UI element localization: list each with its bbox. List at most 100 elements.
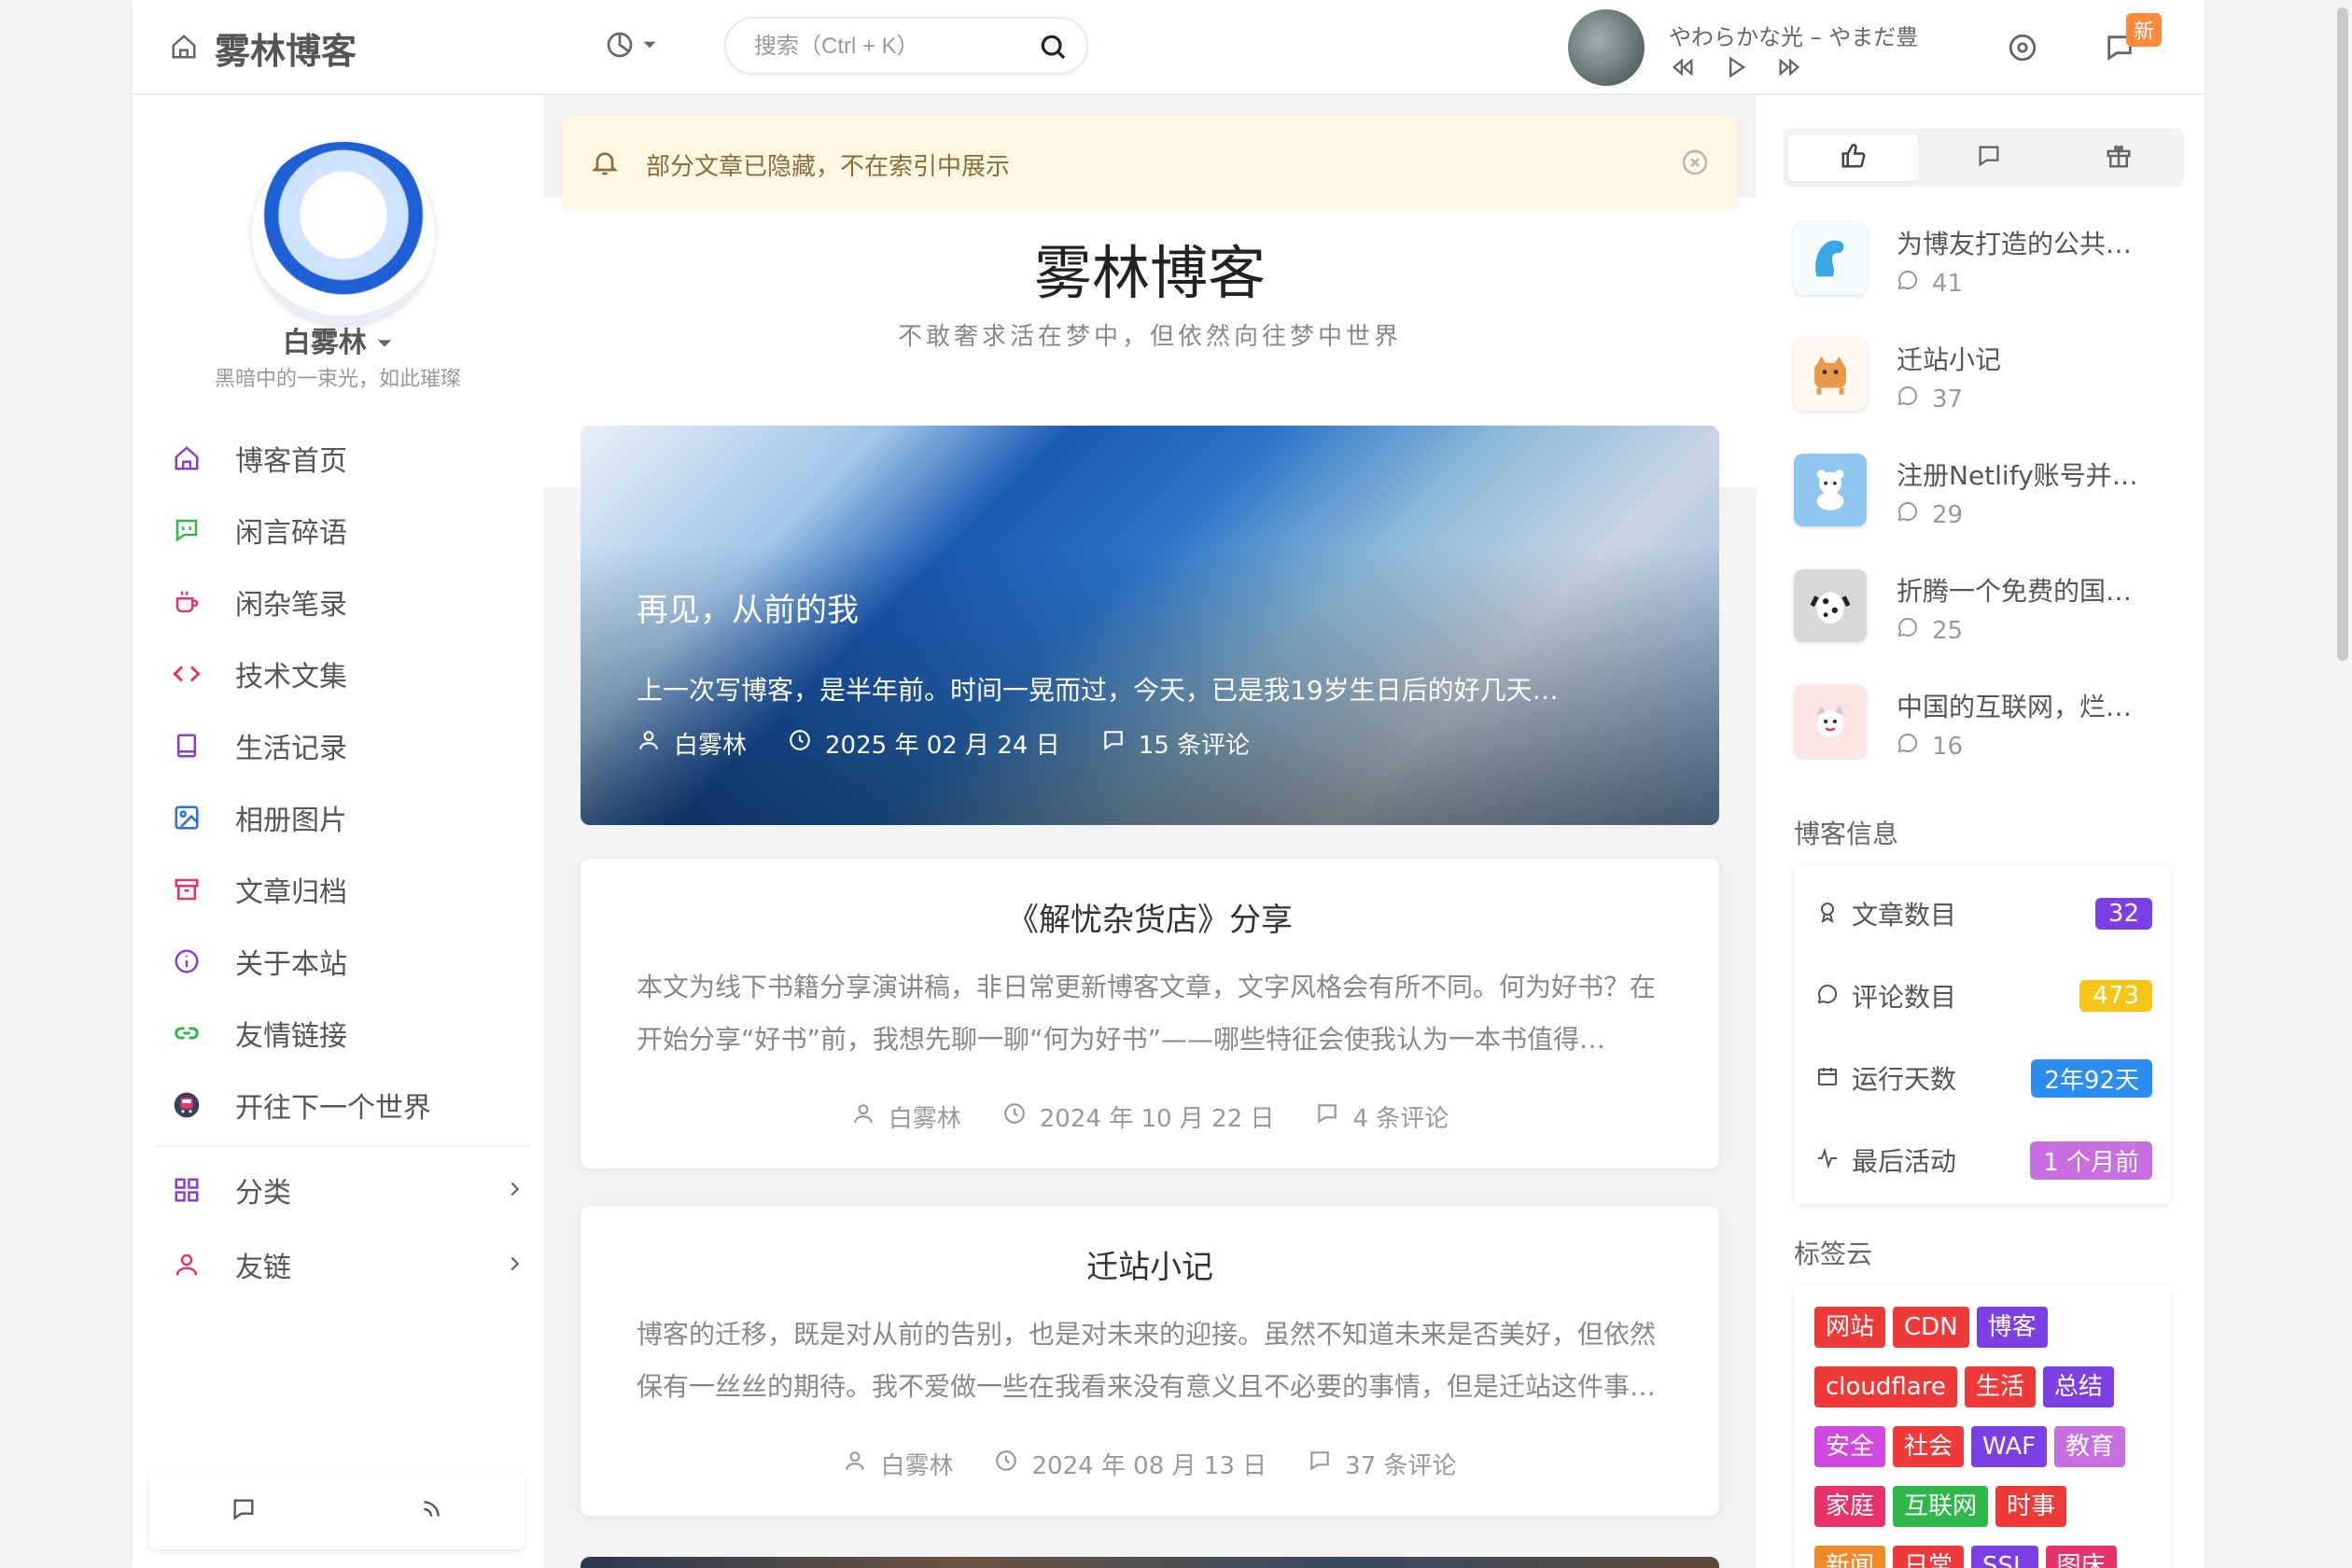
nav-divider — [157, 1145, 530, 1147]
post-comments[interactable]: 4 条评论 — [1352, 1099, 1449, 1134]
comment-icon — [1816, 981, 1839, 1012]
popular-post-title[interactable]: 为博友打造的公共… — [1897, 224, 2186, 261]
post-thumbnail — [1794, 454, 1867, 526]
popular-post-title[interactable]: 注册Netlify账号并… — [1897, 455, 2186, 493]
user-motto: 黑暗中的一束光，如此璀璨 — [214, 368, 461, 391]
notice-banner: 部分文章已隐藏，不在索引中展示 — [562, 116, 1738, 209]
tag[interactable]: 生活 — [1964, 1366, 2036, 1407]
album-cover[interactable] — [1568, 9, 1645, 86]
archive-icon — [170, 873, 203, 906]
tag[interactable]: cloudflare — [1814, 1366, 1957, 1407]
post-thumbnail — [1794, 338, 1867, 411]
nav-item-tech[interactable]: 技术文集 — [170, 637, 525, 709]
tab-popular[interactable] — [1788, 134, 1919, 181]
scrollbar-thumb[interactable] — [2337, 7, 2348, 661]
tag[interactable]: 总结 — [2042, 1366, 2114, 1407]
left-bottom-bar — [149, 1473, 525, 1549]
image-icon — [170, 801, 203, 834]
hero-excerpt: 上一次写博客，是半年前。时间一晃而过，今天，已是我19岁生日后的好几天… — [637, 675, 1559, 706]
clock-icon — [1002, 1101, 1027, 1132]
tag[interactable]: 家庭 — [1814, 1486, 1886, 1527]
tag-cloud: 网站 CDN 博客 cloudflare 生活 总结 安全 社会 WAF 教育 … — [1794, 1286, 2171, 1568]
site-subtitle: 不敢奢求活在梦中，但依然向往梦中世界 — [897, 323, 1402, 351]
comment-icon[interactable] — [231, 1496, 257, 1526]
tag[interactable]: CDN — [1893, 1307, 1969, 1348]
nav-group-friends[interactable]: 友链 — [170, 1227, 525, 1302]
count-text: 25 — [1932, 616, 1964, 645]
popular-post-title[interactable]: 中国的互联网，烂… — [1897, 687, 2186, 724]
nav-item-notes[interactable]: 闲杂笔录 — [170, 566, 525, 637]
tag[interactable]: 安全 — [1814, 1426, 1886, 1467]
tag[interactable]: 教育 — [2054, 1426, 2126, 1467]
search-input[interactable] — [754, 30, 1015, 63]
main-content: 部分文章已隐藏，不在索引中展示 雾林博客 不敢奢求活在梦中，但依然向往梦中世界 … — [543, 95, 1757, 1568]
list-item[interactable]: 中国的互联网，烂… 16 — [1794, 676, 2186, 791]
nav-item-home[interactable]: 博客首页 — [170, 422, 525, 494]
tag[interactable]: 新闻 — [1814, 1546, 1886, 1568]
search-icon[interactable] — [1038, 32, 1068, 65]
gift-icon — [2105, 142, 2133, 174]
brand[interactable]: 雾林博客 — [170, 22, 357, 74]
home-icon — [170, 33, 198, 64]
tab-comments[interactable] — [1924, 129, 2053, 187]
popular-post-title[interactable]: 折腾一个免费的国… — [1897, 571, 2186, 609]
user-icon — [637, 728, 661, 759]
page-scrollbar[interactable] — [2333, 0, 2352, 1568]
target-icon[interactable] — [2007, 32, 2038, 67]
list-item[interactable]: 注册Netlify账号并… 29 — [1794, 444, 2186, 560]
next-post-card-peek[interactable] — [581, 1557, 1719, 1568]
pie-chart-icon — [605, 30, 635, 63]
rewind-icon[interactable] — [1669, 54, 1697, 84]
post-comments[interactable]: 15 条评论 — [1139, 726, 1250, 761]
tag[interactable]: 时事 — [1995, 1486, 2067, 1527]
post-meta: 白雾林 2024 年 10 月 22 日 4 条评论 — [581, 1099, 1719, 1134]
tag[interactable]: 社会 — [1893, 1426, 1965, 1467]
caret-down-icon — [642, 37, 657, 56]
tag[interactable]: WAF — [1971, 1426, 2048, 1467]
tag[interactable]: 网站 — [1814, 1307, 1886, 1348]
info-row-comments: 评论数目 473 — [1816, 973, 2152, 1019]
search-box[interactable] — [724, 17, 1088, 75]
popular-post-title[interactable]: 迁站小记 — [1897, 340, 2186, 377]
post-thumbnail — [1794, 685, 1867, 758]
count-text: 41 — [1932, 269, 1964, 298]
post-title[interactable]: 迁站小记 — [581, 1241, 1719, 1287]
nav-group-categories[interactable]: 分类 — [170, 1153, 525, 1227]
info-value: 473 — [2079, 980, 2152, 1012]
post-comments[interactable]: 37 条评论 — [1345, 1447, 1456, 1481]
nav-item-album[interactable]: 相册图片 — [170, 781, 525, 853]
nav-item-archive[interactable]: 文章归档 — [170, 853, 525, 925]
nav-item-chat[interactable]: 闲言碎语 — [170, 494, 525, 566]
nav-item-about[interactable]: 关于本站 — [170, 925, 525, 997]
award-icon — [1816, 899, 1839, 930]
hero-title[interactable]: 再见，从前的我 — [637, 584, 859, 630]
nav-item-travelling[interactable]: 开往下一个世界 — [170, 1069, 525, 1141]
rss-icon[interactable] — [419, 1497, 443, 1525]
post-title[interactable]: 《解忧杂货店》分享 — [581, 894, 1719, 940]
tag[interactable]: 图床 — [2045, 1546, 2117, 1568]
avatar[interactable] — [252, 142, 435, 325]
fast-forward-icon[interactable] — [1775, 54, 1803, 84]
user-name[interactable]: 白雾林 — [133, 319, 543, 360]
tab-gift[interactable] — [2054, 129, 2184, 187]
play-icon[interactable] — [1723, 54, 1749, 84]
tag[interactable]: 博客 — [1976, 1307, 2048, 1348]
close-icon[interactable] — [1680, 147, 1710, 181]
featured-post[interactable]: 再见，从前的我 上一次写博客，是半年前。时间一晃而过，今天，已是我19岁生日后的… — [581, 426, 1719, 825]
list-item[interactable]: 迁站小记 37 — [1794, 329, 2186, 444]
nav-item-links[interactable]: 友情链接 — [170, 997, 525, 1069]
post-date: 2025 年 02 月 24 日 — [825, 732, 1060, 760]
post-card[interactable]: 迁站小记 博客的迁移，既是对从前的告别，也是对未来的迎接。虽然不知道未来是否美好… — [581, 1206, 1719, 1516]
theme-toggle[interactable] — [605, 30, 657, 63]
info-label: 文章数目 — [1852, 900, 1957, 931]
post-card[interactable]: 《解忧杂货店》分享 本文为线下书籍分享演讲稿，非日常更新博客文章，文字风格会有所… — [581, 859, 1719, 1169]
post-author: 白雾林 — [880, 1452, 954, 1480]
list-item[interactable]: 为博友打造的公共… 41 — [1794, 213, 2186, 329]
comment-icon — [1315, 1101, 1339, 1132]
comment-count: 29 — [1897, 500, 1963, 529]
tag[interactable]: 互联网 — [1893, 1486, 1989, 1527]
nav-item-life[interactable]: 生活记录 — [170, 709, 525, 781]
tag[interactable]: 日常 — [1893, 1546, 1965, 1568]
list-item[interactable]: 折腾一个免费的国… 25 — [1794, 560, 2186, 676]
tag[interactable]: SSL — [1971, 1546, 2038, 1568]
